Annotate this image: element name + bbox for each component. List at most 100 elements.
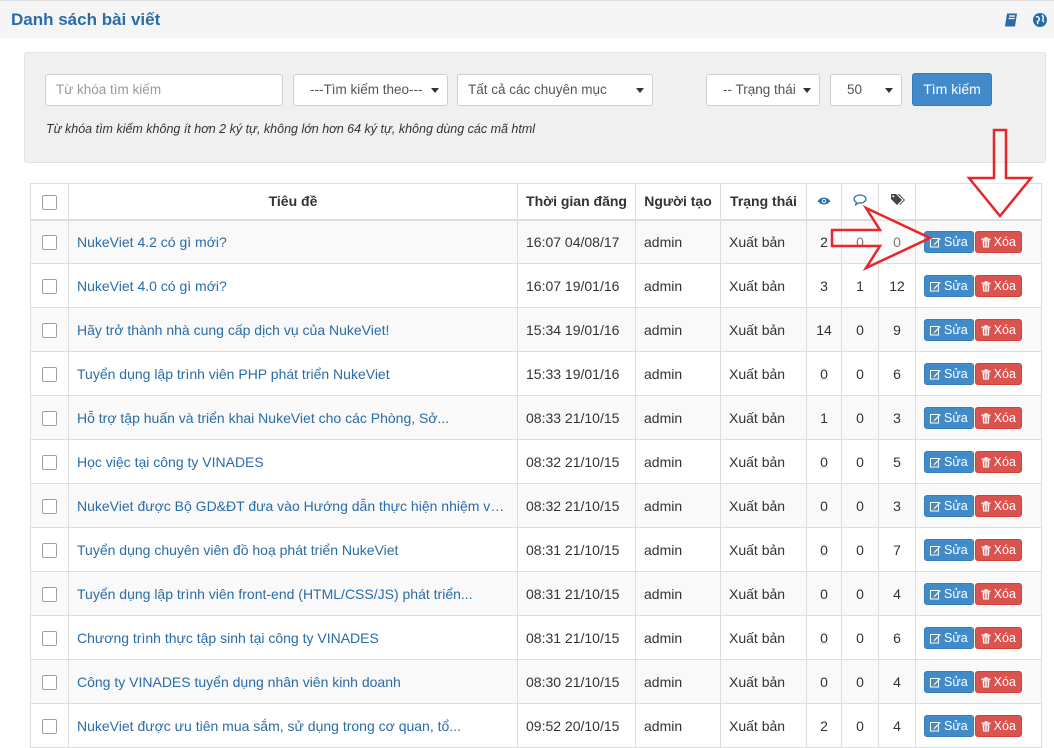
col-tags: [878, 183, 916, 221]
search-button[interactable]: Tìm kiếm: [912, 73, 992, 106]
row-checkbox[interactable]: [42, 586, 57, 602]
post-author: admin: [635, 395, 721, 440]
edit-icon: [930, 545, 941, 555]
post-title-link[interactable]: Chương trình thực tập sinh tại công ty V…: [68, 615, 518, 660]
delete-label: Xóa: [993, 586, 1016, 601]
edit-icon: [930, 325, 941, 335]
row-actions: Sửa Xóa: [915, 571, 1042, 616]
delete-button[interactable]: Xóa: [974, 714, 1022, 737]
delete-button[interactable]: Xóa: [974, 538, 1022, 561]
post-title-link[interactable]: NukeViet 4.0 có gì mới?: [68, 263, 518, 308]
post-title-link[interactable]: Hỗ trợ tập huấn và triển khai NukeViet c…: [68, 395, 518, 440]
post-status: Xuất bản: [720, 307, 807, 352]
row-checkbox[interactable]: [42, 454, 57, 470]
post-publish-time: 16:07 04/08/17: [517, 219, 636, 264]
row-actions: Sửa Xóa: [915, 703, 1042, 748]
edit-button[interactable]: Sửa: [924, 230, 974, 253]
delete-label: Xóa: [993, 542, 1016, 557]
edit-button[interactable]: Sửa: [924, 538, 974, 561]
edit-icon: [930, 677, 941, 687]
post-views: 0: [806, 615, 842, 660]
edit-button[interactable]: Sửa: [924, 670, 974, 693]
row-checkbox[interactable]: [42, 718, 57, 734]
delete-label: Xóa: [993, 718, 1016, 733]
post-title-link[interactable]: NukeViet 4.2 có gì mới?: [68, 219, 518, 264]
row-checkbox[interactable]: [42, 235, 57, 251]
delete-button[interactable]: Xóa: [974, 362, 1022, 385]
edit-button[interactable]: Sửa: [924, 714, 974, 737]
col-views: [806, 183, 842, 221]
post-author: admin: [635, 571, 721, 616]
delete-button[interactable]: Xóa: [974, 670, 1022, 693]
category-select[interactable]: Tất cả các chuyên mục: [457, 74, 653, 106]
keyword-search-input[interactable]: Từ khóa tìm kiếm: [45, 74, 283, 106]
post-views: 14: [806, 307, 842, 352]
edit-icon: [930, 721, 941, 731]
book-icon[interactable]: [1004, 12, 1020, 28]
per-page-select[interactable]: 50: [830, 74, 902, 106]
keyword-placeholder: Từ khóa tìm kiếm: [56, 82, 162, 97]
post-title-link[interactable]: NukeViet được Bộ GD&ĐT đưa vào Hướng dẫn…: [68, 483, 518, 528]
post-tags: 9: [878, 307, 916, 352]
delete-button[interactable]: Xóa: [974, 406, 1022, 429]
post-status: Xuất bản: [720, 527, 807, 572]
post-title-link[interactable]: Tuyển dụng lập trình viên PHP phát triển…: [68, 351, 518, 396]
post-author: admin: [635, 263, 721, 308]
post-title-link[interactable]: Tuyển dụng lập trình viên front-end (HTM…: [68, 571, 518, 616]
edit-button[interactable]: Sửa: [924, 582, 974, 605]
post-views: 0: [806, 351, 842, 396]
edit-button[interactable]: Sửa: [924, 362, 974, 385]
post-title-link[interactable]: Công ty VINADES tuyển dụng nhân viên kin…: [68, 659, 518, 704]
status-select[interactable]: -- Trạng thái: [706, 74, 820, 106]
row-checkbox[interactable]: [42, 498, 57, 514]
col-publish-time[interactable]: Thời gian đăng: [517, 183, 636, 221]
delete-label: Xóa: [993, 674, 1016, 689]
edit-button[interactable]: Sửa: [924, 406, 974, 429]
post-title-link[interactable]: NukeViet được ưu tiên mua sắm, sử dụng t…: [68, 703, 518, 748]
delete-button[interactable]: Xóa: [974, 494, 1022, 517]
edit-button[interactable]: Sửa: [924, 450, 974, 473]
row-checkbox[interactable]: [42, 410, 57, 426]
post-title-link[interactable]: Tuyển dụng chuyên viên đồ hoạ phát triển…: [68, 527, 518, 572]
post-status: Xuất bản: [720, 615, 807, 660]
delete-button[interactable]: Xóa: [974, 582, 1022, 605]
row-select-cell: [30, 307, 69, 352]
globe-icon[interactable]: [1032, 12, 1048, 28]
post-status: Xuất bản: [720, 219, 807, 264]
search-by-select[interactable]: ---Tìm kiếm theo---: [293, 74, 448, 106]
delete-button[interactable]: Xóa: [974, 626, 1022, 649]
post-author: admin: [635, 615, 721, 660]
per-page-value: 50: [847, 82, 863, 97]
row-checkbox[interactable]: [42, 366, 57, 382]
post-views: 3: [806, 263, 842, 308]
row-select-cell: [30, 615, 69, 660]
post-title-link[interactable]: Hãy trở thành nhà cung cấp dịch vụ của N…: [68, 307, 518, 352]
post-title-link[interactable]: Học việc tại công ty VINADES: [68, 439, 518, 484]
row-checkbox[interactable]: [42, 630, 57, 646]
select-all-checkbox[interactable]: [42, 194, 57, 210]
row-checkbox[interactable]: [42, 322, 57, 338]
edit-button[interactable]: Sửa: [924, 274, 974, 297]
edit-button[interactable]: Sửa: [924, 626, 974, 649]
post-comments: 0: [841, 615, 879, 660]
trash-icon: [981, 544, 991, 555]
page-header: Danh sách bài viết: [0, 0, 1054, 38]
delete-button[interactable]: Xóa: [974, 274, 1022, 297]
row-checkbox[interactable]: [42, 542, 57, 558]
trash-icon: [981, 324, 991, 335]
trash-icon: [981, 720, 991, 731]
post-publish-time: 08:32 21/10/15: [517, 483, 636, 528]
edit-button[interactable]: Sửa: [924, 318, 974, 341]
post-author: admin: [635, 351, 721, 396]
row-checkbox[interactable]: [42, 278, 57, 294]
trash-icon: [981, 237, 991, 248]
edit-label: Sửa: [944, 718, 968, 733]
delete-button[interactable]: Xóa: [974, 450, 1022, 473]
col-title[interactable]: Tiêu đề: [68, 183, 518, 221]
post-tags: 6: [878, 351, 916, 396]
row-actions: Sửa Xóa: [915, 483, 1042, 528]
delete-button[interactable]: Xóa: [974, 318, 1022, 341]
delete-button[interactable]: Xóa: [974, 230, 1022, 253]
edit-button[interactable]: Sửa: [924, 494, 974, 517]
row-checkbox[interactable]: [42, 674, 57, 690]
